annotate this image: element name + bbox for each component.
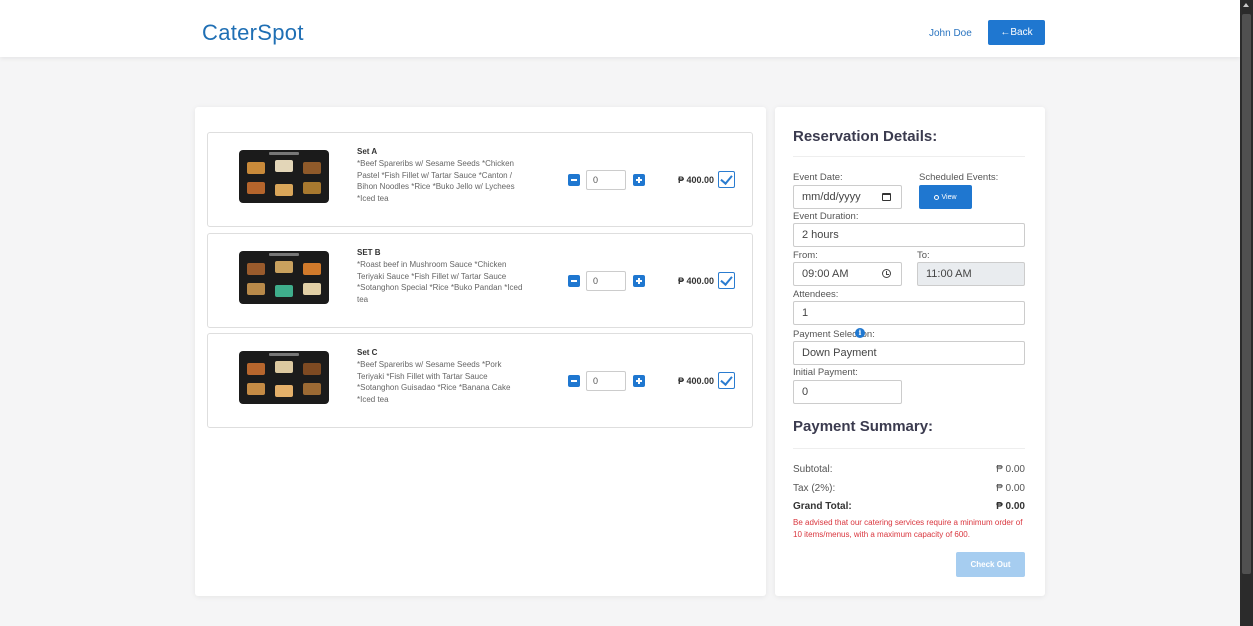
decrease-quantity-button[interactable] xyxy=(568,275,580,287)
decrease-quantity-button[interactable] xyxy=(568,375,580,387)
tax-label: Tax (2%): xyxy=(793,483,836,494)
view-scheduled-events-button[interactable]: View xyxy=(919,185,972,209)
back-button[interactable]: ←Back xyxy=(988,20,1045,45)
menu-set-description: *Beef Spareribs w/ Sesame Seeds *Pork Te… xyxy=(357,360,511,404)
menu-set-image xyxy=(239,351,329,404)
increase-quantity-button[interactable] xyxy=(633,375,645,387)
top-navbar: CaterSpot John Doe ←Back xyxy=(0,0,1240,57)
event-date-placeholder: mm/dd/yyyy xyxy=(802,191,861,203)
brand-logo[interactable]: CaterSpot xyxy=(202,20,304,46)
menu-list-panel: Set A *Beef Spareribs w/ Sesame Seeds *C… xyxy=(195,107,766,596)
search-icon xyxy=(934,194,940,200)
checkout-button[interactable]: Check Out xyxy=(956,552,1025,577)
menu-set-title: Set A xyxy=(357,147,378,156)
grand-total-label: Grand Total: xyxy=(793,501,852,512)
initial-payment-label: Initial Payment: xyxy=(793,367,858,378)
view-button-label: View xyxy=(941,193,957,201)
attendees-input[interactable]: 1 xyxy=(793,301,1025,325)
menu-card-set-c: Set C *Beef Spareribs w/ Sesame Seeds *P… xyxy=(207,333,753,428)
quantity-input[interactable]: 0 xyxy=(586,371,626,391)
divider xyxy=(793,156,1025,157)
minimum-order-notice: Be advised that our catering services re… xyxy=(793,518,1023,539)
scrollbar-thumb[interactable] xyxy=(1242,14,1251,574)
event-date-label: Event Date: xyxy=(793,172,843,183)
page-scrollbar[interactable] xyxy=(1240,0,1253,626)
scroll-up-arrow-icon[interactable] xyxy=(1243,3,1249,7)
clock-icon[interactable] xyxy=(882,269,891,278)
subtotal-label: Subtotal: xyxy=(793,464,833,475)
scheduled-events-label: Scheduled Events: xyxy=(919,172,999,183)
from-label: From: xyxy=(793,250,818,261)
reservation-details-title: Reservation Details: xyxy=(793,128,938,145)
menu-set-description: *Roast beef in Mushroom Sauce *Chicken T… xyxy=(357,260,523,304)
menu-set-price: ₱ 400.00 xyxy=(678,376,715,386)
event-duration-select[interactable]: 2 hours xyxy=(793,223,1025,247)
divider xyxy=(793,448,1025,449)
quantity-input[interactable]: 0 xyxy=(586,170,626,190)
increase-quantity-button[interactable] xyxy=(633,275,645,287)
info-icon[interactable]: i xyxy=(855,328,865,338)
menu-set-image xyxy=(239,150,329,203)
attendees-label: Attendees: xyxy=(793,289,839,300)
select-checkbox[interactable] xyxy=(718,272,735,289)
to-time-field: 11:00 AM xyxy=(917,262,1025,286)
menu-card-set-a: Set A *Beef Spareribs w/ Sesame Seeds *C… xyxy=(207,132,753,227)
quantity-input[interactable]: 0 xyxy=(586,271,626,291)
subtotal-value: ₱ 0.00 xyxy=(996,464,1025,475)
initial-payment-input[interactable]: 0 xyxy=(793,380,902,404)
decrease-quantity-button[interactable] xyxy=(568,174,580,186)
payment-summary-title: Payment Summary: xyxy=(793,418,934,435)
menu-card-set-b: SET B *Roast beef in Mushroom Sauce *Chi… xyxy=(207,233,753,328)
select-checkbox[interactable] xyxy=(718,171,735,188)
reservation-panel: Reservation Details: Event Date: mm/dd/y… xyxy=(775,107,1045,596)
tax-value: ₱ 0.00 xyxy=(996,483,1025,494)
user-name-link[interactable]: John Doe xyxy=(929,28,972,39)
from-time-value: 09:00 AM xyxy=(802,268,849,280)
select-checkbox[interactable] xyxy=(718,372,735,389)
calendar-icon[interactable] xyxy=(882,193,891,201)
increase-quantity-button[interactable] xyxy=(633,174,645,186)
grand-total-value: ₱ 0.00 xyxy=(996,501,1025,512)
from-time-input[interactable]: 09:00 AM xyxy=(793,262,902,286)
menu-set-image xyxy=(239,251,329,304)
menu-set-title: SET B xyxy=(357,248,381,257)
menu-set-description: *Beef Spareribs w/ Sesame Seeds *Chicken… xyxy=(357,159,515,203)
event-duration-label: Event Duration: xyxy=(793,211,859,222)
payment-selection-select[interactable]: Down Payment xyxy=(793,341,1025,365)
event-date-input[interactable]: mm/dd/yyyy xyxy=(793,185,902,209)
menu-set-title: Set C xyxy=(357,348,378,357)
to-label: To: xyxy=(917,250,930,261)
menu-set-price: ₱ 400.00 xyxy=(678,175,715,185)
menu-set-price: ₱ 400.00 xyxy=(678,276,715,286)
